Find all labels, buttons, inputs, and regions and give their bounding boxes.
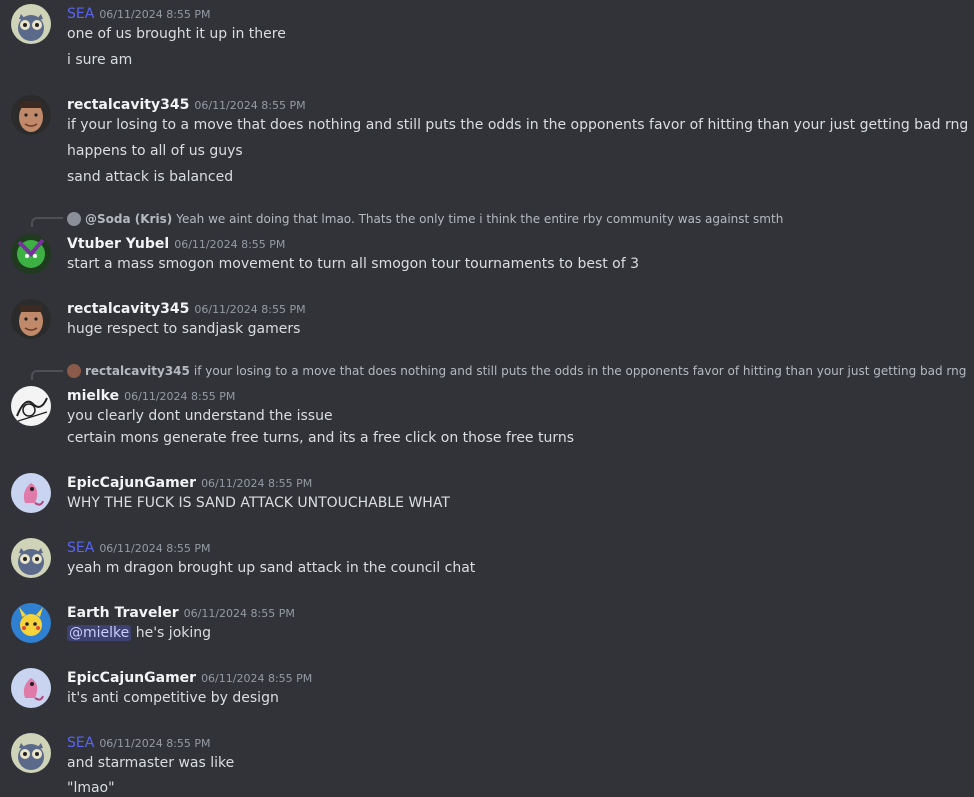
reply-preview[interactable]: rectalcavity345 if your losing to a move … bbox=[67, 363, 966, 379]
message-header: mielke 06/11/2024 8:55 PM bbox=[67, 385, 235, 407]
timestamp: 06/11/2024 8:55 PM bbox=[99, 542, 211, 555]
message-text: i sure am bbox=[67, 52, 133, 68]
message-header: rectalcavity345 06/11/2024 8:55 PM bbox=[67, 298, 306, 320]
reply-preview[interactable]: @Soda (Kris) Yeah we aint doing that lmao… bbox=[67, 211, 783, 227]
face-avatar[interactable] bbox=[11, 95, 51, 135]
message-text: you clearly dont understand the issue bbox=[67, 408, 333, 424]
pink-creature-avatar[interactable] bbox=[11, 473, 51, 513]
message-header: Earth Traveler 06/11/2024 8:55 PM bbox=[67, 602, 295, 624]
message-text: start a mass smogon movement to turn all… bbox=[67, 256, 640, 272]
message-header: Vtuber Yubel 06/11/2024 8:55 PM bbox=[67, 233, 285, 255]
message-text: one of us brought it up in there bbox=[67, 26, 286, 42]
message-text: WHY THE FUCK IS SAND ATTACK UNTOUCHABLE … bbox=[67, 495, 450, 511]
timestamp: 06/11/2024 8:55 PM bbox=[174, 238, 286, 251]
message-text: it's anti competitive by design bbox=[67, 690, 279, 706]
reply-text: Yeah we aint doing that lmao. Thats the … bbox=[176, 212, 784, 226]
timestamp: 06/11/2024 8:55 PM bbox=[99, 737, 211, 750]
reply-author[interactable]: @Soda (Kris) bbox=[85, 212, 172, 226]
message-text: "lmao" bbox=[67, 780, 115, 796]
author-name[interactable]: rectalcavity345 bbox=[67, 301, 189, 317]
message-text: huge respect to sandjask gamers bbox=[67, 321, 301, 337]
author-name[interactable]: SEA bbox=[67, 540, 94, 556]
reply-avatar-icon bbox=[67, 364, 81, 378]
message-text: happens to all of us guys bbox=[67, 143, 243, 159]
message-header: SEA 06/11/2024 8:55 PM bbox=[67, 3, 211, 25]
author-name[interactable]: Earth Traveler bbox=[67, 605, 179, 621]
green-character-avatar[interactable] bbox=[11, 234, 51, 274]
timestamp: 06/11/2024 8:55 PM bbox=[201, 672, 313, 685]
pink-creature-avatar[interactable] bbox=[11, 668, 51, 708]
author-name[interactable]: mielke bbox=[67, 388, 119, 404]
timestamp: 06/11/2024 8:55 PM bbox=[124, 390, 236, 403]
author-name[interactable]: SEA bbox=[67, 6, 94, 22]
message-text: if your losing to a move that does nothi… bbox=[67, 117, 969, 133]
sketch-avatar[interactable] bbox=[11, 386, 51, 426]
timestamp: 06/11/2024 8:55 PM bbox=[183, 607, 295, 620]
reply-spine bbox=[31, 217, 63, 227]
message-text-content: he's joking bbox=[135, 625, 212, 641]
owl-avatar[interactable] bbox=[11, 733, 51, 773]
author-name[interactable]: EpicCajunGamer bbox=[67, 670, 196, 686]
author-name[interactable]: rectalcavity345 bbox=[67, 97, 189, 113]
owl-avatar[interactable] bbox=[11, 538, 51, 578]
timestamp: 06/11/2024 8:55 PM bbox=[194, 99, 306, 112]
timestamp: 06/11/2024 8:55 PM bbox=[201, 477, 313, 490]
message-header: SEA 06/11/2024 8:55 PM bbox=[67, 537, 211, 559]
message-header: rectalcavity345 06/11/2024 8:55 PM bbox=[67, 94, 306, 116]
message-text: yeah m dragon brought up sand attack in … bbox=[67, 560, 476, 576]
author-name[interactable]: EpicCajunGamer bbox=[67, 475, 196, 491]
owl-avatar[interactable] bbox=[11, 4, 51, 44]
pikachu-avatar[interactable] bbox=[11, 603, 51, 643]
reply-author[interactable]: rectalcavity345 bbox=[85, 364, 190, 378]
message-text: @mielke he's joking bbox=[67, 623, 211, 643]
author-name[interactable]: SEA bbox=[67, 735, 94, 751]
message-text: certain mons generate free turns, and it… bbox=[67, 430, 575, 446]
message-text: sand attack is balanced bbox=[67, 169, 234, 185]
message-header: EpicCajunGamer 06/11/2024 8:55 PM bbox=[67, 472, 312, 494]
message-text: and starmaster was like bbox=[67, 755, 235, 771]
timestamp: 06/11/2024 8:55 PM bbox=[99, 8, 211, 21]
face-avatar[interactable] bbox=[11, 299, 51, 339]
author-name[interactable]: Vtuber Yubel bbox=[67, 236, 169, 252]
user-mention[interactable]: @mielke bbox=[67, 625, 132, 641]
reply-spine bbox=[31, 370, 63, 380]
reply-avatar-icon bbox=[67, 212, 81, 226]
message-header: SEA 06/11/2024 8:55 PM bbox=[67, 732, 211, 754]
timestamp: 06/11/2024 8:55 PM bbox=[194, 303, 306, 316]
message-header: EpicCajunGamer 06/11/2024 8:55 PM bbox=[67, 667, 312, 689]
message-feed: SEA 06/11/2024 8:55 PM one of us brought … bbox=[0, 0, 974, 797]
reply-text: if your losing to a move that does nothi… bbox=[193, 364, 967, 378]
